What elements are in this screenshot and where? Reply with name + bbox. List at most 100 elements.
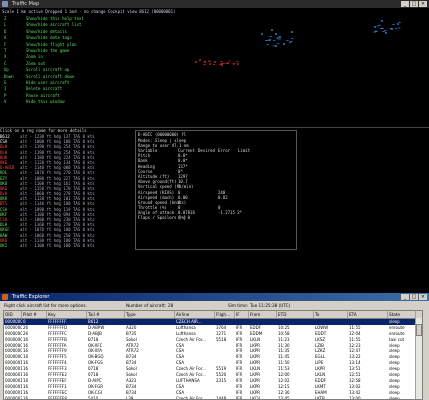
data-tag [203, 64, 206, 65]
hint-text: Right click aircraft list for more optio… [4, 303, 126, 308]
data-tag [233, 63, 236, 64]
column-header[interactable]: Airline [175, 311, 215, 318]
data-tag [384, 31, 387, 32]
vertical-scrollbar[interactable] [415, 318, 422, 399]
data-tag [270, 36, 273, 37]
table-cell: 1448 [215, 396, 235, 400]
aircraft-blip[interactable] [385, 32, 387, 34]
aircraft-blip[interactable] [397, 23, 399, 25]
column-header[interactable]: Type [125, 311, 175, 318]
explorer-info-bar: Right click aircraft list for more optio… [0, 301, 429, 309]
detail-cell: 0 | 0 [178, 215, 198, 220]
data-tag [273, 46, 276, 47]
data-tag [382, 31, 385, 32]
detail-title: D-ABIC (00000000) fl [136, 131, 296, 138]
table-body[interactable]: 000000010FFFFFFFFB612CZECH AIR...sleep00… [4, 319, 422, 400]
data-tag [220, 63, 223, 64]
data-tag [375, 31, 378, 32]
aircraft-list-header: Click on a reg name for more details [0, 128, 87, 133]
table-cell: sleep [388, 396, 416, 400]
aircraft-summary: alt - 1100 ft hdg 180 TAS 0 kts [20, 243, 95, 248]
column-header[interactable]: From [249, 311, 277, 318]
aircraft-blip[interactable] [291, 31, 293, 33]
data-tag [267, 40, 270, 41]
aircraft-blip[interactable] [271, 29, 273, 31]
column-header[interactable]: To [314, 311, 348, 318]
column-header[interactable]: Key [47, 311, 87, 318]
data-tag [273, 40, 276, 41]
table-cell: 5410 [87, 396, 125, 400]
data-tag [390, 28, 393, 29]
aircraft-blip[interactable] [214, 61, 216, 63]
aircraft-count-label: Number of aircraft: [126, 303, 168, 308]
column-header[interactable]: Fligh... [215, 311, 235, 318]
aircraft-blip[interactable] [209, 63, 211, 65]
data-tag [398, 22, 401, 23]
minimize-button[interactable]: _ [401, 294, 409, 300]
column-header[interactable]: OID [4, 311, 22, 318]
aircraft-blip[interactable] [237, 63, 239, 65]
table-header: OID Pilot # Key Tail # Type Airline Fligh... IF… [4, 311, 422, 319]
column-header[interactable]: IF [235, 311, 249, 318]
data-tag [213, 64, 216, 65]
column-header[interactable]: Pilot # [22, 311, 47, 318]
aircraft-table[interactable]: OID Pilot # Key Tail # Type Airline Fligh... IF… [3, 310, 423, 400]
data-tag [379, 25, 382, 26]
data-tag [229, 61, 232, 62]
data-tag [222, 63, 225, 64]
data-tag [204, 61, 207, 62]
aircraft-list-row[interactable]: OKI alt - 1100 ft hdg 180 TAS 0 kts [0, 243, 120, 248]
column-header[interactable]: State [388, 311, 416, 318]
window-title: Traffic Explorer [12, 294, 49, 300]
aircraft-blip[interactable] [275, 33, 277, 35]
aircraft-detail-panel: D-ABIC (00000000) fl Modes: Sleep | slee… [135, 130, 297, 250]
data-tag [375, 31, 378, 32]
data-tag [276, 38, 279, 39]
table-cell: Czech Air For... [175, 396, 215, 400]
radar-view[interactable] [0, 0, 429, 128]
table-row[interactable]: 0000002116 FFFFFFE8 5410 L39 Czech Air For..… [4, 396, 422, 400]
detail-cell [218, 215, 238, 220]
table-cell: L39 [125, 396, 175, 400]
aircraft-blip[interactable] [283, 43, 285, 45]
close-button[interactable]: × [419, 294, 427, 300]
sim-time-label: Sim time: [228, 303, 250, 308]
data-tag [395, 28, 398, 29]
aircraft-blip[interactable] [381, 20, 383, 22]
data-tag [220, 61, 223, 62]
scrollbar-thumb[interactable] [416, 324, 422, 336]
table-cell: LKTB [314, 396, 348, 400]
data-tag [380, 28, 383, 29]
traffic-explorer-window: Traffic Explorer _ □ × Right click aircr… [0, 293, 429, 400]
data-tag [374, 32, 377, 33]
data-tag [219, 64, 222, 65]
aircraft-list[interactable]: B612 alt - 1230 ft hdg 137 TAS 0 kts CSA al… [0, 134, 120, 248]
table-cell: 12:45 [277, 396, 314, 400]
column-header[interactable]: ETA [348, 311, 388, 318]
data-tag [266, 44, 269, 45]
aircraft-blip[interactable] [275, 45, 277, 47]
maximize-button[interactable]: □ [410, 294, 418, 300]
aircraft-blip[interactable] [374, 26, 376, 28]
detail-cell: Flaps / Spoilers (%) [138, 215, 178, 220]
aircraft-blip[interactable] [195, 61, 197, 63]
column-header[interactable]: Tail # [87, 311, 125, 318]
sim-time: Tue 11:25:38 (UTC) [250, 303, 290, 308]
table-cell: 00000021 [4, 396, 22, 400]
data-tag [278, 39, 281, 40]
column-header[interactable]: ETD [277, 311, 314, 318]
table-cell: LKCV [249, 396, 277, 400]
detail-cell [198, 215, 218, 220]
aircraft-blip[interactable] [261, 33, 263, 35]
data-tag [209, 61, 212, 62]
data-tag [376, 26, 379, 27]
table-cell: 16 [22, 396, 47, 400]
table-cell: FFFFFFE8 [47, 396, 87, 400]
detail-grid: Variable Current Desired Error Limit Pitch 0.0… [136, 148, 296, 221]
traffic-explorer-titlebar[interactable]: Traffic Explorer _ □ × [0, 293, 429, 301]
data-tag [225, 63, 228, 64]
aircraft-id[interactable]: OKI [0, 243, 20, 248]
data-tag [398, 28, 401, 29]
aircraft-blip[interactable] [199, 59, 201, 61]
table-cell: IFR [235, 396, 249, 400]
